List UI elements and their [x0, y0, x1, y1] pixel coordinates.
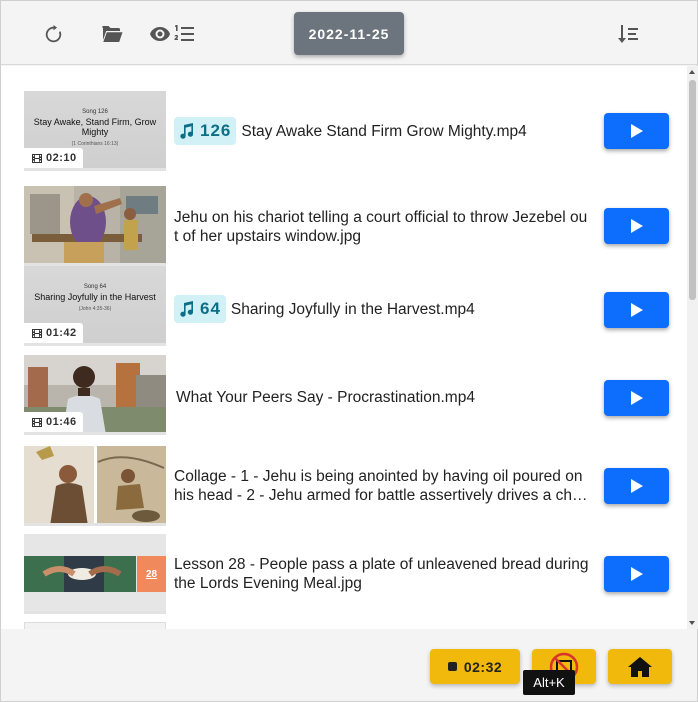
list-item[interactable]: 28 Lesson 28 - People pass a plate of un… — [1, 534, 687, 622]
play-button[interactable] — [604, 208, 669, 244]
play-button[interactable] — [604, 292, 669, 328]
duration-badge: 01:46 — [24, 412, 83, 432]
timer-text: 02:32 — [463, 658, 503, 675]
song-number: 64 — [200, 299, 221, 318]
play-button[interactable] — [604, 113, 669, 149]
sort-numeric-down-icon[interactable] — [615, 21, 641, 47]
top-toolbar: 2022-11-25 — [1, 1, 697, 65]
list-item[interactable]: Song 126 Stay Awake, Stand Firm, Grow Mi… — [1, 91, 687, 179]
play-icon — [630, 124, 643, 138]
thumb-song-reference: (John 4:35-36) — [78, 306, 112, 312]
item-title: Collage - 1 - Jehu is being anointed by … — [174, 468, 590, 504]
thumbnail[interactable]: 01:46 — [24, 355, 166, 435]
film-icon — [32, 328, 42, 338]
item-title-area: Lesson 28 - People pass a plate of unlea… — [174, 554, 590, 594]
stop-timer-button[interactable]: 02:32 — [430, 649, 520, 684]
thumbnail[interactable] — [24, 622, 166, 629]
item-title-area: Collage - 1 - Jehu is being anointed by … — [174, 466, 590, 506]
thumb-song-title: Stay Awake, Stand Firm, Grow Mighty — [33, 117, 157, 137]
item-title-area: 126 Stay Awake Stand Firm Grow Mighty.mp… — [174, 113, 590, 149]
scroll-down-arrow-icon[interactable] — [689, 621, 695, 625]
film-icon — [32, 153, 42, 163]
thumb-song-title: Sharing Joyfully in the Harvest — [34, 292, 156, 302]
song-number: 126 — [200, 121, 232, 140]
thumb-song-number: Song 64 — [83, 284, 107, 290]
app-window: 2022-11-25 Song 126 Stay Awake, Stand Fi… — [0, 0, 698, 702]
play-icon — [630, 479, 643, 493]
scroll-up-arrow-icon[interactable] — [689, 70, 695, 74]
lesson-number-badge: 28 — [137, 556, 166, 592]
item-title: Sharing Joyfully in the Harvest.mp4 — [230, 300, 475, 318]
date-button[interactable]: 2022-11-25 — [294, 12, 404, 55]
play-icon — [630, 567, 643, 581]
ordered-list-icon[interactable] — [171, 21, 197, 47]
thumbnail[interactable]: Song 126 Stay Awake, Stand Firm, Grow Mi… — [24, 91, 166, 171]
item-title: Stay Awake Stand Firm Grow Mighty.mp4 — [241, 122, 527, 140]
play-button[interactable] — [604, 556, 669, 592]
list-item[interactable] — [1, 622, 687, 629]
music-note-icon — [180, 123, 193, 139]
item-title: Jehu on his chariot telling a court offi… — [174, 209, 588, 245]
duration-text: 02:10 — [46, 152, 77, 164]
list-item[interactable]: 01:46 What Your Peers Say - Procrastinat… — [1, 355, 687, 443]
thumb-song-number: Song 126 — [82, 109, 108, 115]
play-icon — [630, 219, 643, 233]
play-icon — [630, 303, 643, 317]
home-button[interactable] — [608, 649, 672, 684]
item-title: What Your Peers Say - Procrastination.mp… — [176, 388, 475, 406]
song-badge: 64 — [174, 295, 226, 323]
duration-badge: 01:42 — [24, 323, 83, 343]
item-title-area: What Your Peers Say - Procrastination.mp… — [176, 377, 592, 417]
thumb-song-reference: (1 Corinthians 16:13) — [71, 141, 119, 147]
thumbnail[interactable] — [24, 186, 166, 266]
lesson-number: 28 — [145, 568, 158, 580]
shortcut-tooltip: Alt+K — [523, 670, 575, 695]
refresh-icon[interactable] — [40, 21, 66, 47]
thumbnail[interactable] — [24, 446, 166, 526]
item-title-area: Jehu on his chariot telling a court offi… — [174, 207, 590, 247]
folder-open-icon[interactable] — [99, 21, 125, 47]
jehu-chariot-illustration — [24, 186, 166, 263]
bottom-toolbar: 02:32 Alt+K — [1, 629, 697, 701]
thumbnail[interactable]: 28 — [24, 534, 166, 614]
play-button[interactable] — [604, 468, 669, 504]
list-item[interactable]: Jehu on his chariot telling a court offi… — [1, 186, 687, 274]
item-title-area: 64 Sharing Joyfully in the Harvest.mp4 — [174, 291, 590, 327]
scroll-thumb[interactable] — [689, 80, 696, 300]
media-list[interactable]: Song 126 Stay Awake, Stand Firm, Grow Mi… — [1, 66, 687, 629]
song-badge: 126 — [174, 117, 237, 145]
duration-badge: 02:10 — [24, 148, 83, 168]
item-title: Lesson 28 - People pass a plate of unlea… — [174, 556, 589, 592]
stop-icon — [447, 662, 457, 671]
duration-text: 01:46 — [46, 416, 77, 428]
eye-icon[interactable] — [147, 21, 173, 47]
duration-text: 01:42 — [46, 327, 77, 339]
music-note-icon — [180, 301, 193, 317]
play-button[interactable] — [604, 380, 669, 416]
home-icon — [628, 656, 652, 677]
film-icon — [32, 417, 42, 427]
list-item[interactable]: Collage - 1 - Jehu is being anointed by … — [1, 446, 687, 534]
collage-illustration — [24, 446, 166, 523]
list-scrollbar[interactable] — [687, 66, 698, 629]
thumbnail[interactable]: Song 64 Sharing Joyfully in the Harvest … — [24, 266, 166, 346]
list-item[interactable]: Song 64 Sharing Joyfully in the Harvest … — [1, 266, 687, 354]
play-icon — [630, 391, 643, 405]
